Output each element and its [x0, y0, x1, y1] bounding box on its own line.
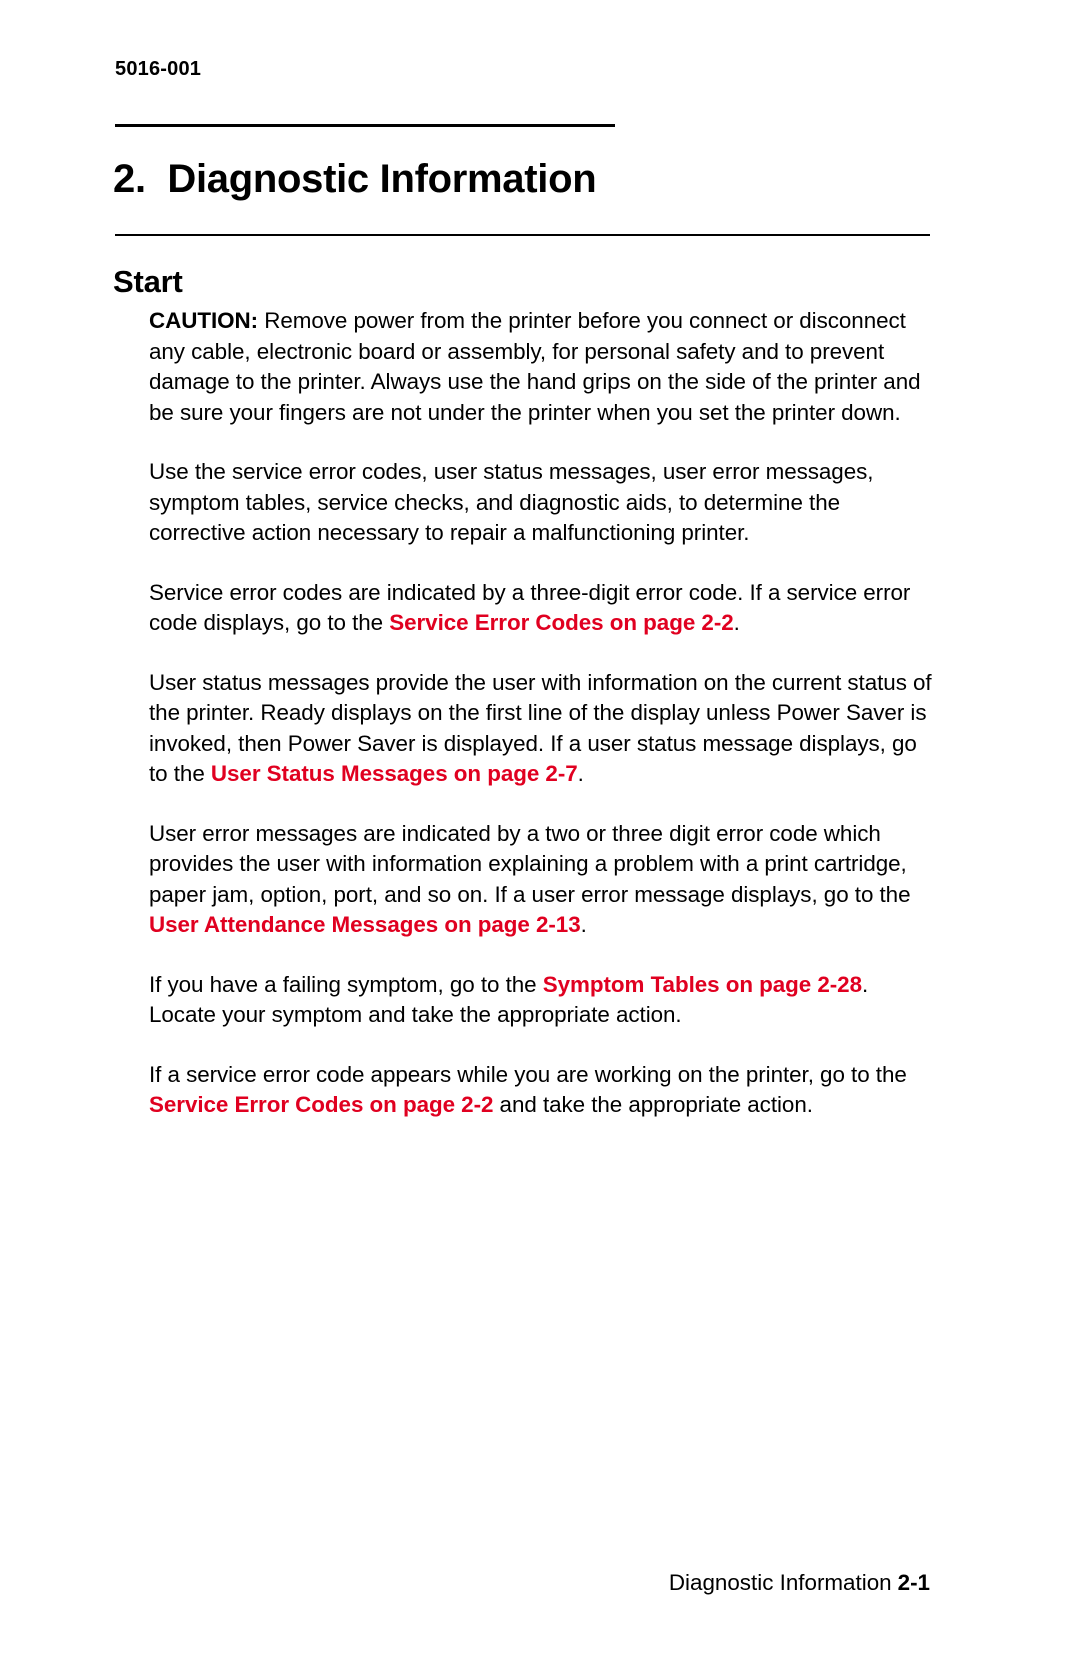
user-error-tail: . [580, 912, 587, 937]
footer-page-number: 2-1 [897, 1570, 930, 1595]
footer-chapter-label: Diagnostic Information [668, 1570, 892, 1595]
user-status-tail: . [577, 761, 584, 786]
page-footer: Diagnostic Information 2-1 [0, 1570, 1080, 1596]
user-error-lead: User error messages are indicated by a t… [149, 820, 911, 907]
caution-label: CAUTION: [149, 308, 259, 333]
caution-paragraph: CAUTION: Remove power from the printer b… [149, 306, 939, 428]
symptom-lead: If you have a failing symptom, go to the [149, 971, 543, 997]
link-user-status-messages-2-7[interactable]: User Status Messages on page 2-7 [211, 761, 578, 786]
user-status-paragraph: User status messages provide the user wi… [149, 668, 939, 790]
link-user-attendance-messages-2-13[interactable]: User Attendance Messages on page 2-13 [149, 912, 581, 937]
chapter-title: 2. Diagnostic Information [113, 156, 597, 201]
working-lead: If a service error code appears while yo… [149, 1061, 907, 1087]
body-content: CAUTION: Remove power from the printer b… [149, 306, 939, 1121]
chapter-rule [115, 124, 615, 127]
service-error-tail: . [733, 610, 740, 635]
service-error-paragraph: Service error codes are indicated by a t… [149, 578, 939, 639]
section-rule [115, 234, 930, 236]
link-symptom-tables-2-28[interactable]: Symptom Tables on page 2-28 [543, 972, 862, 997]
overview-paragraph: Use the service error codes, user status… [149, 459, 874, 545]
working-tail: and take the appropriate action. [493, 1092, 813, 1117]
caution-text: Remove power from the printer before you… [149, 308, 921, 425]
document-page: 5016-001 2. Diagnostic Information Start… [0, 0, 1080, 1669]
link-service-error-codes-2-2[interactable]: Service Error Codes on page 2-2 [389, 610, 733, 635]
user-error-paragraph: User error messages are indicated by a t… [149, 819, 939, 941]
section-title: Start [113, 263, 183, 299]
document-number: 5016-001 [115, 58, 202, 80]
working-paragraph: If a service error code appears while yo… [149, 1060, 939, 1121]
link-service-error-codes-2-2-second[interactable]: Service Error Codes on page 2-2 [149, 1092, 493, 1117]
symptom-paragraph: If you have a failing symptom, go to the… [149, 970, 939, 1031]
